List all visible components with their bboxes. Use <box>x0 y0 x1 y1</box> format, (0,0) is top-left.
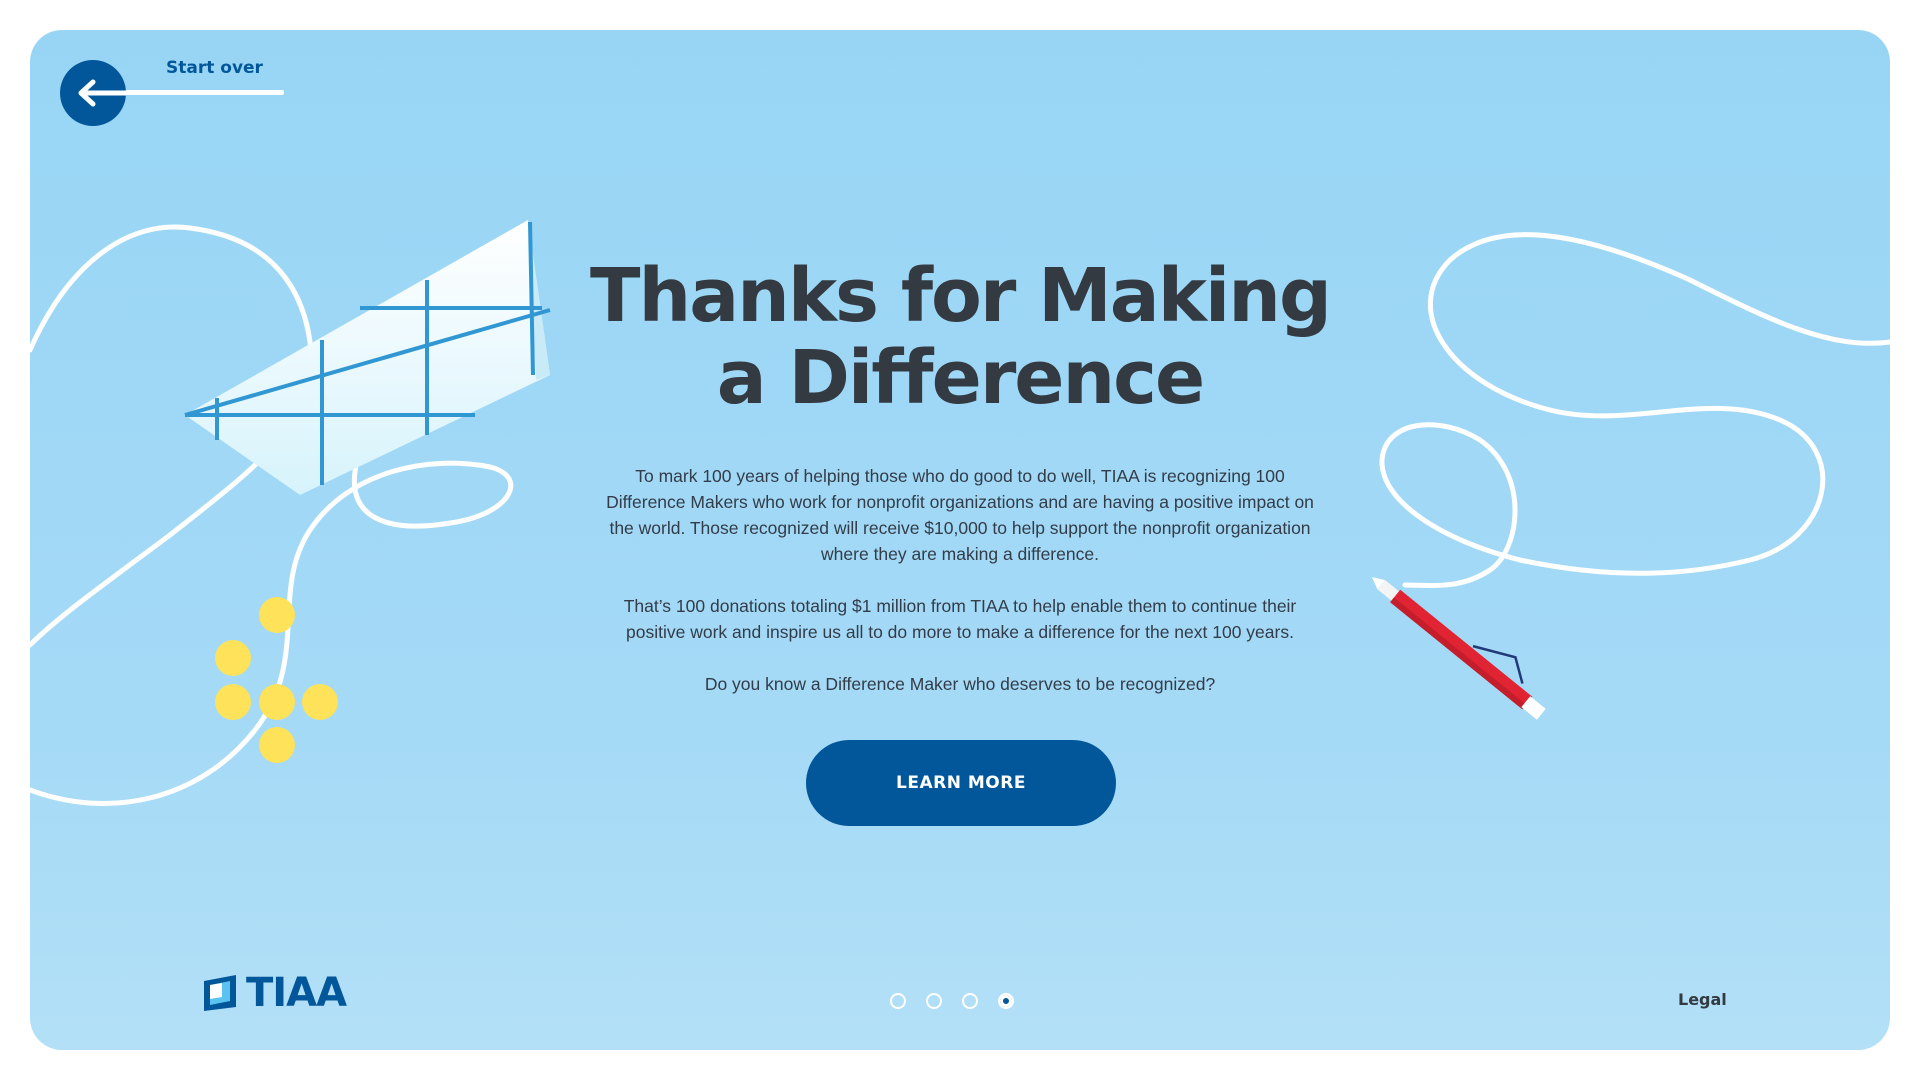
pagination-dot-4-active[interactable] <box>998 993 1014 1009</box>
body-text: To mark 100 years of helping those who d… <box>595 463 1325 697</box>
paragraph-intro: To mark 100 years of helping those who d… <box>606 466 1314 564</box>
main-content: Thanks for Making a Difference To mark 1… <box>570 255 1350 723</box>
title-line-2: a Difference <box>716 335 1205 421</box>
swirl-line-right-bottom <box>1379 422 1523 589</box>
tiaa-logo[interactable]: TIAA <box>200 970 347 1016</box>
paragraph-question: Do you know a Difference Maker who deser… <box>704 674 1216 694</box>
flower-dots-icon <box>215 597 338 763</box>
start-over-link[interactable]: Start over <box>166 58 263 78</box>
pagination-dot-1[interactable] <box>890 993 906 1009</box>
logo-text: TIAA <box>246 970 347 1016</box>
pagination-dot-2[interactable] <box>926 993 942 1009</box>
title-line-1: Thanks for Making <box>590 253 1332 339</box>
legal-link[interactable]: Legal <box>1678 990 1727 1009</box>
paper-airplane-icon <box>184 220 551 495</box>
pagination-dot-3[interactable] <box>962 993 978 1009</box>
start-over-underline <box>100 90 284 95</box>
swirl-line-right-top <box>1428 232 1890 576</box>
page-title: Thanks for Making a Difference <box>570 255 1350 419</box>
pagination-dots <box>890 993 1014 1009</box>
paragraph-donations: That’s 100 donations totaling $1 million… <box>623 596 1297 642</box>
learn-more-button[interactable]: LEARN MORE <box>806 740 1116 826</box>
tiaa-logo-icon <box>204 975 236 1011</box>
arrow-left-icon <box>78 79 126 107</box>
back-button[interactable] <box>60 60 126 126</box>
main-card: Start over Thanks for Making a Differenc… <box>30 30 1890 1050</box>
